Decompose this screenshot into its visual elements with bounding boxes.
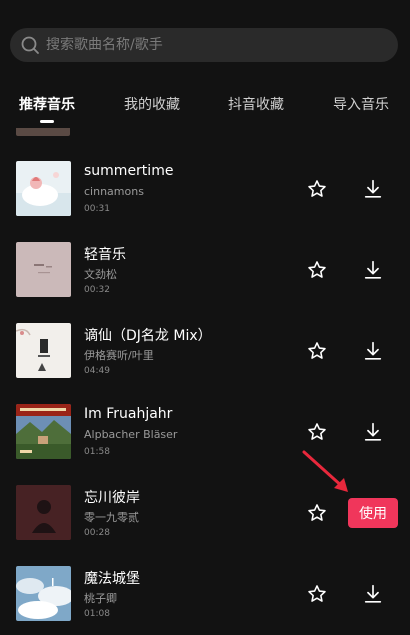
star-outline-icon[interactable] — [306, 502, 328, 524]
album-cover — [16, 404, 71, 459]
tab-recommended-music[interactable]: 推荐音乐 — [19, 94, 75, 114]
album-cover — [16, 242, 71, 297]
star-outline-icon[interactable] — [306, 583, 328, 605]
song-duration: 00:28 — [84, 528, 110, 538]
song-duration: 01:08 — [84, 609, 110, 619]
download-icon[interactable] — [362, 421, 384, 443]
song-row[interactable]: 轻音乐 文劲松 00:32 — [0, 242, 410, 302]
active-tab-indicator — [40, 120, 54, 123]
download-icon[interactable] — [362, 259, 384, 281]
song-artist: 零一九零贰 — [84, 511, 139, 524]
search-icon — [21, 36, 39, 54]
song-title: 轻音乐 — [84, 247, 126, 263]
song-artist: 桃子卿 — [84, 592, 117, 605]
download-icon[interactable] — [362, 583, 384, 605]
album-cover — [16, 485, 71, 540]
song-title: 谪仙（DJ名龙 Mix） — [84, 328, 212, 344]
album-cover — [16, 566, 71, 621]
song-duration: 00:31 — [84, 204, 110, 214]
song-title: 魔法城堡 — [84, 571, 140, 587]
song-artist: cinnamons — [84, 185, 144, 198]
tab-my-favorites[interactable]: 我的收藏 — [124, 94, 180, 114]
song-title: summertime — [84, 163, 174, 179]
song-artist: 文劲松 — [84, 268, 117, 281]
previous-item-thumbnail-edge — [16, 128, 70, 136]
use-button[interactable]: 使用 — [348, 498, 398, 528]
song-row[interactable]: 谪仙（DJ名龙 Mix） 伊格赛听/叶里 04:49 — [0, 323, 410, 383]
song-duration: 04:49 — [84, 366, 110, 376]
album-cover — [16, 161, 71, 216]
song-duration: 00:32 — [84, 285, 110, 295]
song-title: 忘川彼岸 — [84, 490, 140, 506]
star-outline-icon[interactable] — [306, 178, 328, 200]
tab-bar: 推荐音乐 我的收藏 抖音收藏 导入音乐 — [0, 94, 410, 114]
album-cover — [16, 323, 71, 378]
search-bar[interactable] — [10, 28, 398, 62]
search-input[interactable] — [46, 37, 376, 53]
tab-import-music[interactable]: 导入音乐 — [333, 94, 389, 114]
star-outline-icon[interactable] — [306, 259, 328, 281]
annotation-arrow-icon — [302, 450, 348, 492]
star-outline-icon[interactable] — [306, 340, 328, 362]
song-artist: Alpbacher Bläser — [84, 428, 178, 441]
song-duration: 01:58 — [84, 447, 110, 457]
download-icon[interactable] — [362, 340, 384, 362]
star-outline-icon[interactable] — [306, 421, 328, 443]
song-row[interactable]: summertime cinnamons 00:31 — [0, 161, 410, 221]
song-row[interactable]: 魔法城堡 桃子卿 01:08 — [0, 566, 410, 626]
song-artist: 伊格赛听/叶里 — [84, 349, 154, 362]
download-icon[interactable] — [362, 178, 384, 200]
song-title: Im Fruahjahr — [84, 406, 173, 422]
tab-douyin-favorites[interactable]: 抖音收藏 — [228, 94, 284, 114]
